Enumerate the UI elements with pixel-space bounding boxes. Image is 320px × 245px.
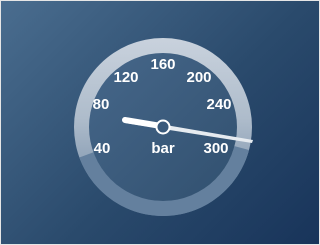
gauge-panel: 40 80 120 160 200 240 300 bar: [0, 0, 320, 245]
tick-label-40: 40: [94, 140, 111, 157]
tick-label-120: 120: [113, 69, 138, 86]
tick-label-200: 200: [186, 69, 211, 86]
tick-label-240: 240: [206, 96, 231, 113]
tick-label-160: 160: [150, 56, 175, 73]
unit-label: bar: [151, 140, 175, 157]
needle-hub: [155, 119, 171, 135]
pressure-gauge: 40 80 120 160 200 240 300 bar: [74, 38, 253, 217]
tick-label-300: 300: [203, 140, 228, 157]
tick-label-80: 80: [93, 96, 110, 113]
